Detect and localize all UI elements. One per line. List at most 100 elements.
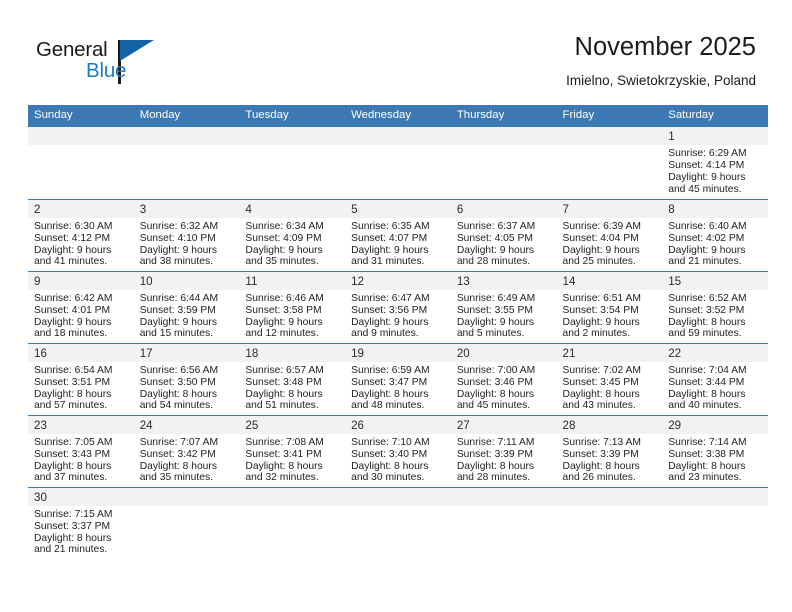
sunrise-text: Sunrise: 7:07 AM <box>139 436 219 448</box>
daylight-text-line1: Daylight: 9 hours <box>139 244 217 256</box>
daylight-text-line1: Daylight: 8 hours <box>456 388 535 400</box>
sunrise-text: Sunrise: 7:15 AM <box>34 508 113 520</box>
calendar-day-cell[interactable]: 23 Sunrise: 7:05 AM Sunset: 3:43 PM Dayligh… <box>28 414 134 488</box>
sunrise-text: Sunrise: 6:30 AM <box>34 220 113 232</box>
calendar-day-cell-empty <box>239 127 346 199</box>
daylight-text-line1: Daylight: 9 hours <box>351 244 429 256</box>
calendar-day-cell-empty <box>450 486 557 560</box>
calendar-day-cell[interactable]: 14 Sunrise: 6:51 AM Sunset: 3:54 PM Dayligh… <box>556 270 663 344</box>
day-number: 17 <box>133 343 240 362</box>
calendar-day-cell[interactable]: 27 Sunrise: 7:11 AM Sunset: 3:39 PM Dayligh… <box>450 414 557 488</box>
calendar-day-cell[interactable]: 3 Sunrise: 6:32 AM Sunset: 4:10 PM Daylight… <box>133 198 240 272</box>
daylight-text-line2: and 30 minutes. <box>351 472 425 484</box>
day-details: Sunrise: 7:05 AM Sunset: 3:43 PM Daylight:… <box>28 434 134 484</box>
general-blue-logo: General Blue <box>36 39 156 92</box>
day-details: Sunrise: 7:15 AM Sunset: 3:37 PM Daylight:… <box>28 506 134 556</box>
calendar-day-cell[interactable]: 13 Sunrise: 6:49 AM Sunset: 3:55 PM Dayligh… <box>450 270 557 344</box>
daylight-text-line1: Daylight: 9 hours <box>245 244 323 256</box>
sunrise-text: Sunrise: 6:35 AM <box>351 220 430 232</box>
day-number: 14 <box>556 271 663 290</box>
daylight-text-line2: and 54 minutes. <box>139 400 213 412</box>
day-details: Sunrise: 6:54 AM Sunset: 3:51 PM Daylight:… <box>28 362 134 412</box>
sunrise-text: Sunrise: 6:59 AM <box>351 364 430 376</box>
daylight-text-line2: and 15 minutes. <box>139 328 213 340</box>
day-number: 6 <box>450 199 557 218</box>
calendar-day-cell[interactable]: 18 Sunrise: 6:57 AM Sunset: 3:48 PM Dayligh… <box>239 342 346 416</box>
sunset-text: Sunset: 3:46 PM <box>456 376 533 388</box>
calendar-day-cell[interactable]: 25 Sunrise: 7:08 AM Sunset: 3:41 PM Dayligh… <box>239 414 346 488</box>
calendar-day-cell[interactable]: 21 Sunrise: 7:02 AM Sunset: 3:45 PM Dayligh… <box>556 342 663 416</box>
calendar-day-cell[interactable]: 26 Sunrise: 7:10 AM Sunset: 3:40 PM Dayligh… <box>345 414 451 488</box>
calendar-day-cell[interactable]: 28 Sunrise: 7:13 AM Sunset: 3:39 PM Dayligh… <box>556 414 663 488</box>
day-details: Sunrise: 6:47 AM Sunset: 3:56 PM Daylight:… <box>345 290 451 340</box>
daylight-text-line1: Daylight: 8 hours <box>456 460 535 472</box>
calendar-day-cell[interactable]: 11 Sunrise: 6:46 AM Sunset: 3:58 PM Dayligh… <box>239 270 346 344</box>
sunset-text: Sunset: 3:52 PM <box>668 304 745 316</box>
day-details: Sunrise: 6:59 AM Sunset: 3:47 PM Daylight:… <box>345 362 451 412</box>
location-subtitle: Imielno, Swietokrzyskie, Poland <box>566 73 756 89</box>
daylight-text-line1: Daylight: 9 hours <box>351 316 429 328</box>
page-title: November 2025 <box>574 33 756 61</box>
sunrise-text: Sunrise: 7:13 AM <box>562 436 641 448</box>
daylight-text-line2: and 23 minutes. <box>668 472 742 484</box>
calendar-day-cell[interactable]: 7 Sunrise: 6:39 AM Sunset: 4:04 PM Daylight… <box>556 198 663 272</box>
sunset-text: Sunset: 3:39 PM <box>562 448 639 460</box>
calendar-day-cell[interactable]: 10 Sunrise: 6:44 AM Sunset: 3:59 PM Dayligh… <box>133 270 240 344</box>
sunrise-text: Sunrise: 7:10 AM <box>351 436 430 448</box>
calendar-day-cell[interactable]: 22 Sunrise: 7:04 AM Sunset: 3:44 PM Dayligh… <box>662 342 768 416</box>
day-details: Sunrise: 6:40 AM Sunset: 4:02 PM Daylight:… <box>662 218 768 268</box>
daylight-text-line2: and 12 minutes. <box>245 328 319 340</box>
calendar-week-row: 30 Sunrise: 7:15 AM Sunset: 3:37 PM Dayligh… <box>28 486 768 560</box>
calendar-day-cell[interactable]: 4 Sunrise: 6:34 AM Sunset: 4:09 PM Daylight… <box>239 198 346 272</box>
sunset-text: Sunset: 3:43 PM <box>34 448 111 460</box>
calendar-day-cell[interactable]: 20 Sunrise: 7:00 AM Sunset: 3:46 PM Dayligh… <box>450 342 557 416</box>
day-number <box>662 487 768 506</box>
sunrise-text: Sunrise: 7:08 AM <box>245 436 324 448</box>
day-number: 7 <box>556 199 663 218</box>
calendar-day-cell[interactable]: 6 Sunrise: 6:37 AM Sunset: 4:05 PM Daylight… <box>450 198 557 272</box>
calendar-day-cell[interactable]: 8 Sunrise: 6:40 AM Sunset: 4:02 PM Daylight… <box>662 198 768 272</box>
day-number: 4 <box>239 199 346 218</box>
calendar-week-row: 9 Sunrise: 6:42 AM Sunset: 4:01 PM Daylight… <box>28 270 768 344</box>
daylight-text-line1: Daylight: 9 hours <box>245 316 323 328</box>
day-details: Sunrise: 7:10 AM Sunset: 3:40 PM Daylight:… <box>345 434 451 484</box>
calendar-day-cell[interactable]: 12 Sunrise: 6:47 AM Sunset: 3:56 PM Dayligh… <box>345 270 451 344</box>
calendar-day-cell[interactable]: 16 Sunrise: 6:54 AM Sunset: 3:51 PM Dayligh… <box>28 342 134 416</box>
calendar-day-cell-empty <box>28 127 134 199</box>
sunrise-text: Sunrise: 6:49 AM <box>456 292 536 304</box>
calendar-week-row: 16 Sunrise: 6:54 AM Sunset: 3:51 PM Dayligh… <box>28 342 768 416</box>
day-details: Sunrise: 6:30 AM Sunset: 4:12 PM Daylight:… <box>28 218 134 268</box>
calendar-week-row: 23 Sunrise: 7:05 AM Sunset: 3:43 PM Dayligh… <box>28 414 768 488</box>
title-block: November 2025 Imielno, Swietokrzyskie, P… <box>566 33 756 90</box>
calendar-day-cell[interactable]: 9 Sunrise: 6:42 AM Sunset: 4:01 PM Daylight… <box>28 270 134 344</box>
weekday-header-friday: Friday <box>556 105 663 128</box>
sunset-text: Sunset: 3:59 PM <box>139 304 216 316</box>
day-number: 11 <box>239 271 346 290</box>
day-details: Sunrise: 6:46 AM Sunset: 3:58 PM Daylight:… <box>239 290 345 340</box>
day-details: Sunrise: 6:32 AM Sunset: 4:10 PM Daylight:… <box>134 218 240 268</box>
daylight-text-line2: and 45 minutes. <box>456 400 531 412</box>
calendar-day-cell[interactable]: 30 Sunrise: 7:15 AM Sunset: 3:37 PM Dayligh… <box>28 486 134 560</box>
day-details: Sunrise: 6:29 AM Sunset: 4:14 PM Daylight:… <box>662 145 768 195</box>
weekday-header-tuesday: Tuesday <box>239 105 346 128</box>
calendar-day-cell[interactable]: 5 Sunrise: 6:35 AM Sunset: 4:07 PM Daylight… <box>345 198 451 272</box>
sunset-text: Sunset: 3:58 PM <box>245 304 322 316</box>
calendar-day-cell[interactable]: 17 Sunrise: 6:56 AM Sunset: 3:50 PM Dayligh… <box>133 342 240 416</box>
daylight-text-line1: Daylight: 8 hours <box>139 460 217 472</box>
day-details: Sunrise: 7:00 AM Sunset: 3:46 PM Daylight:… <box>451 362 557 412</box>
sunrise-text: Sunrise: 6:34 AM <box>245 220 324 232</box>
daylight-text-line1: Daylight: 9 hours <box>456 316 535 328</box>
sunset-text: Sunset: 4:05 PM <box>456 232 533 244</box>
calendar-day-cell[interactable]: 1 Sunrise: 6:29 AM Sunset: 4:14 PM Daylight… <box>662 127 768 199</box>
daylight-text-line1: Daylight: 8 hours <box>139 388 217 400</box>
day-number: 12 <box>345 271 451 290</box>
calendar-day-cell[interactable]: 29 Sunrise: 7:14 AM Sunset: 3:38 PM Dayligh… <box>662 414 768 488</box>
calendar-day-cell[interactable]: 24 Sunrise: 7:07 AM Sunset: 3:42 PM Dayligh… <box>133 414 240 488</box>
calendar-day-cell[interactable]: 19 Sunrise: 6:59 AM Sunset: 3:47 PM Dayligh… <box>345 342 451 416</box>
calendar-day-cell[interactable]: 15 Sunrise: 6:52 AM Sunset: 3:52 PM Dayligh… <box>662 270 768 344</box>
day-number: 23 <box>28 415 134 434</box>
sunrise-text: Sunrise: 7:14 AM <box>668 436 747 448</box>
calendar-day-cell[interactable]: 2 Sunrise: 6:30 AM Sunset: 4:12 PM Daylight… <box>28 198 134 272</box>
day-details: Sunrise: 7:11 AM Sunset: 3:39 PM Daylight:… <box>451 434 557 484</box>
day-number: 1 <box>662 127 768 146</box>
